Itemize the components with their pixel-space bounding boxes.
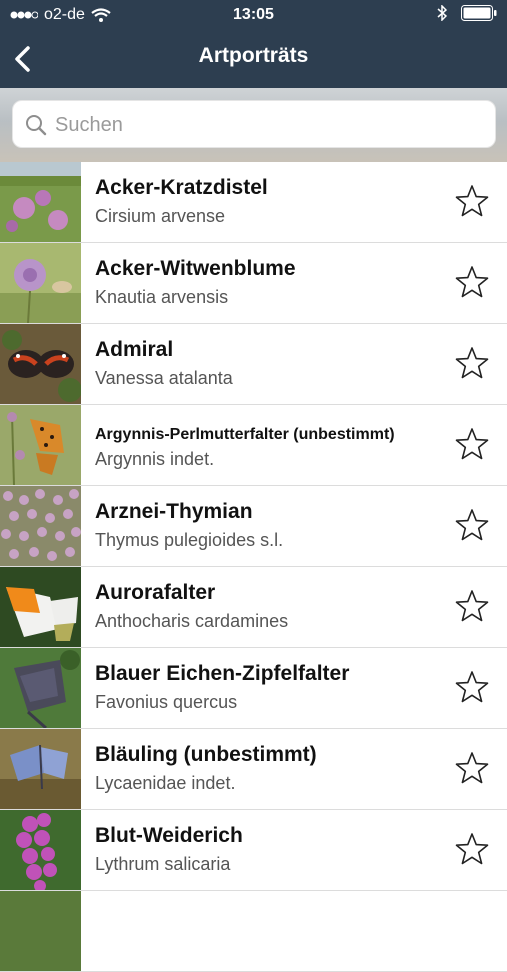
status-bar: o2-de 13:05: [0, 0, 507, 30]
species-scientific-name: Thymus pulegioides s.l.: [95, 530, 284, 550]
species-row[interactable]: Acker-Kratzdistel Cirsium arvense: [0, 162, 507, 243]
species-row[interactable]: Blut-Weiderich Lythrum salicaria: [0, 810, 507, 891]
species-name: Bläuling (unbestimmt): [95, 743, 317, 766]
species-scientific-name: Lycaenidae indet.: [95, 773, 236, 793]
species-row[interactable]: Admiral Vanessa atalanta: [0, 324, 507, 405]
species-name: Blut-Weiderich: [95, 824, 243, 847]
species-name: Arznei-Thymian: [95, 500, 253, 523]
species-row[interactable]: Argynnis-Perlmutterfalter (unbestimmt) A…: [0, 405, 507, 486]
favorite-star-icon[interactable]: [455, 184, 489, 218]
battery-icon: [461, 5, 497, 21]
species-list: Acker-Kratzdistel Cirsium arvense Acker-…: [0, 162, 507, 972]
favorite-star-icon[interactable]: [455, 508, 489, 542]
favorite-star-icon[interactable]: [455, 589, 489, 623]
species-scientific-name: Argynnis indet.: [95, 449, 215, 469]
species-thumbnail: [0, 486, 81, 566]
species-scientific-name: Knautia arvensis: [95, 287, 229, 307]
favorite-star-icon[interactable]: [455, 751, 489, 785]
species-scientific-name: Favonius quercus: [95, 692, 238, 712]
species-row[interactable]: Blauer Eichen-Zipfelfalter Favonius quer…: [0, 648, 507, 729]
species-thumbnail: [0, 162, 81, 242]
species-thumbnail: [0, 648, 81, 728]
species-row[interactable]: Acker-Witwenblume Knautia arvensis: [0, 243, 507, 324]
species-scientific-name: Anthocharis cardamines: [95, 611, 289, 631]
species-scientific-name: Lythrum salicaria: [95, 854, 231, 874]
page-title: Artporträts: [198, 44, 309, 67]
species-name: Blauer Eichen-Zipfelfalter: [95, 662, 350, 685]
species-thumbnail: [0, 243, 81, 323]
species-row[interactable]: Bläuling (unbestimmt) Lycaenidae indet.: [0, 729, 507, 810]
favorite-star-icon[interactable]: [455, 265, 489, 299]
species-name: Aurorafalter: [95, 581, 216, 604]
species-thumbnail: [0, 324, 81, 404]
species-scientific-name: Vanessa atalanta: [95, 368, 233, 388]
species-row[interactable]: Aurorafalter Anthocharis cardamines: [0, 567, 507, 648]
species-thumbnail: [0, 729, 81, 809]
species-name: Argynnis-Perlmutterfalter (unbestimmt): [95, 426, 395, 443]
search-area: [0, 88, 507, 162]
species-name: Admiral: [95, 338, 174, 361]
species-thumbnail: [0, 405, 81, 485]
clock: 13:05: [233, 6, 274, 23]
search-field[interactable]: [12, 100, 496, 149]
favorite-star-icon[interactable]: [455, 346, 489, 380]
navigation-bar: Artporträts: [0, 30, 507, 88]
species-scientific-name: Cirsium arvense: [95, 206, 226, 226]
species-thumbnail: [0, 891, 81, 971]
favorite-star-icon[interactable]: [455, 832, 489, 866]
species-name: Acker-Witwenblume: [95, 257, 296, 280]
app-header: o2-de 13:05 Artporträts: [0, 0, 507, 88]
species-thumbnail: [0, 567, 81, 647]
species-row-partial[interactable]: [0, 891, 507, 972]
favorite-star-icon[interactable]: [455, 427, 489, 461]
bluetooth-icon: [437, 5, 447, 21]
species-row[interactable]: Arznei-Thymian Thymus pulegioides s.l.: [0, 486, 507, 567]
species-name: Acker-Kratzdistel: [95, 176, 268, 199]
species-thumbnail: [0, 810, 81, 890]
search-input[interactable]: [53, 101, 487, 149]
favorite-star-icon[interactable]: [455, 670, 489, 704]
search-icon: [26, 115, 47, 136]
